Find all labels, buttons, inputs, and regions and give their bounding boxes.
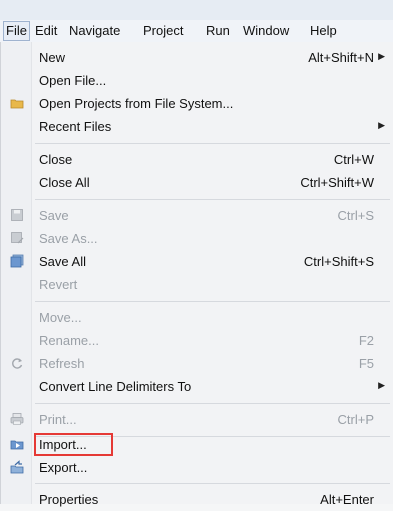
menu-item-close[interactable]: Close Ctrl+W [1,148,393,171]
menu-separator [35,301,390,302]
menu-item-label: Rename... [39,333,99,348]
menu-project[interactable]: Project [141,22,185,40]
menu-navigate[interactable]: Navigate [67,22,122,40]
menu-item-label: Export... [39,460,88,475]
menu-item-label: Open File... [39,73,107,88]
menu-item-save[interactable]: Save Ctrl+S [1,204,393,227]
menu-item-save-all[interactable]: Save All Ctrl+Shift+S [1,250,393,273]
menu-separator [35,199,390,200]
menu-item-shortcut: Alt+Enter [320,492,374,507]
refresh-icon [10,356,24,370]
menu-separator [35,143,390,144]
menu-item-move[interactable]: Move... [1,306,393,329]
export-icon [10,460,24,474]
menu-item-label: Close All [39,175,90,190]
menu-item-label: New [39,50,66,65]
menu-item-open-projects[interactable]: Open Projects from File System... [1,92,393,115]
menu-bar: File Edit Navigate Project Run Window He… [0,20,393,43]
menu-item-shortcut: Alt+Shift+N [308,50,374,65]
import-icon [10,437,24,451]
menu-item-label: Save All [39,254,86,269]
menu-separator [35,403,390,404]
menu-edit[interactable]: Edit [33,22,59,40]
menu-item-shortcut: F5 [358,356,374,371]
menu-item-shortcut: Ctrl+Shift+W [300,175,374,190]
menu-separator [35,483,390,484]
menu-item-recent-files[interactable]: Recent Files ▶ [1,115,393,138]
menu-item-rename[interactable]: Rename... F2 [1,329,393,352]
menu-item-label: Save [39,208,69,223]
menu-item-revert[interactable]: Revert [1,273,393,296]
menu-item-save-as[interactable]: Save As... [1,227,393,250]
menu-item-shortcut: Ctrl+Shift+S [303,254,374,269]
menu-item-label: Properties [39,492,99,507]
menu-item-convert-line-delimiters[interactable]: Convert Line Delimiters To ▶ [1,375,393,398]
menu-item-close-all[interactable]: Close All Ctrl+Shift+W [1,171,393,194]
menu-item-open-file[interactable]: Open File... [1,69,393,92]
menu-item-shortcut: F2 [358,333,374,348]
menu-help[interactable]: Help [308,22,339,40]
menu-item-label: Recent Files [39,119,112,134]
menu-item-shortcut: Ctrl+W [333,152,374,167]
submenu-arrow-icon: ▶ [378,120,385,130]
menu-item-properties[interactable]: Properties Alt+Enter [1,488,393,511]
menu-item-label: Convert Line Delimiters To [39,379,192,394]
menu-item-shortcut: Ctrl+S [337,208,374,223]
submenu-arrow-icon: ▶ [378,380,385,390]
save-icon [10,208,24,222]
print-icon [10,412,24,426]
menu-item-shortcut: Ctrl+P [337,412,374,427]
menu-file[interactable]: File [3,21,30,41]
menu-item-label: Refresh [39,356,85,371]
menu-item-refresh[interactable]: Refresh F5 [1,352,393,375]
menu-item-label: Revert [39,277,78,292]
menu-item-label: Save As... [39,231,98,246]
menu-window[interactable]: Window [241,22,291,40]
menu-item-new[interactable]: New Alt+Shift+N ▶ [1,46,393,69]
menu-item-label: Print... [39,412,77,427]
menu-item-label: Close [39,152,73,167]
window-title-strip [0,0,393,20]
menu-item-export[interactable]: Export... [1,456,393,479]
folder-icon [10,96,24,110]
save-as-icon [10,231,24,245]
menu-item-print[interactable]: Print... Ctrl+P [1,408,393,431]
submenu-arrow-icon: ▶ [378,51,385,61]
menu-item-label: Move... [39,310,82,325]
menu-item-label: Open Projects from File System... [39,96,234,111]
import-highlight-box [34,433,113,456]
menu-run[interactable]: Run [204,22,232,40]
save-all-icon [10,254,24,268]
